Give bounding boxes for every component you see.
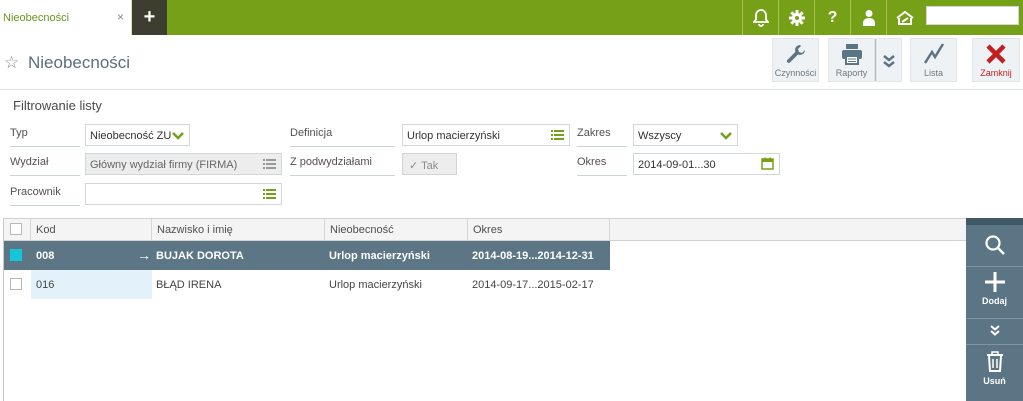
pracownik-field[interactable] [85,183,282,205]
typ-value: Nieobecność ZU [90,130,172,142]
podwydzialy-value: Tak [421,160,439,172]
trash-icon [986,351,1003,372]
column-header-type[interactable]: Nieobecność [325,219,468,241]
absences-table: Kod Nazwisko i imię Nieobecność Okres 00… [3,218,966,401]
row-checkbox[interactable] [10,249,22,261]
wydzial-value: Główny wydział firmy (FIRMA) [90,159,238,171]
zakres-value: Wszyscy [638,130,682,142]
reports-label: Raporty [835,68,868,78]
kod-cell: 008 [31,241,152,270]
plus-icon [984,272,1005,292]
calendar-icon[interactable] [761,157,774,170]
select-all-cell [4,219,31,241]
more-actions-dropdown[interactable] [876,38,902,82]
column-header-name[interactable]: Nazwisko i imię [152,219,325,241]
favorite-star-icon[interactable]: ☆ [4,53,19,73]
header-divider [0,89,1023,90]
zakres-label: Zakres [577,124,627,147]
search-icon [984,235,1005,255]
add-label: Dodaj [981,296,1007,306]
top-icons-group: ? [742,0,922,35]
typ-label: Typ [10,124,80,147]
column-header-period[interactable]: Okres [468,219,610,241]
top-bar: Nieobecności × + ? [0,0,1023,35]
side-panel-strip [966,218,1023,225]
list-picker-icon[interactable] [551,129,564,141]
delete-label: Usuń [983,376,1006,386]
okres-field[interactable]: 2014-09-01...30 [633,153,780,175]
kod-cell: 016 [31,270,152,299]
podwydzialy-toggle[interactable]: ✓ Tak [402,153,457,175]
type-cell: Urlop macierzyński [329,279,422,291]
side-action-panel: Dodaj Usuń [966,218,1023,401]
chevron-down-icon [172,132,184,140]
user-icon[interactable] [850,0,886,35]
more-side-actions-button[interactable] [966,320,1023,342]
table-row[interactable]: 016 BŁĄD IRENA Urlop macierzyński 2014-0… [4,270,610,299]
bell-icon[interactable] [742,0,778,35]
podwydzialy-label: Z podwydziałami [290,153,395,176]
row-checkbox[interactable] [10,278,22,290]
close-icon [986,44,1006,64]
list-picker-icon[interactable] [263,158,276,170]
gear-icon[interactable] [778,0,814,35]
zakres-select[interactable]: Wszyscy [633,124,738,146]
list-button[interactable]: Lista [910,38,957,82]
global-search-input[interactable] [926,6,1019,25]
definicja-value: Urlop macierzyński [407,130,500,142]
add-tab-button[interactable]: + [132,0,167,35]
type-cell: Urlop macierzyński [329,250,430,262]
name-cell: BUJAK DOROTA [156,250,244,262]
panel-divider [966,266,1023,267]
period-cell: 2014-08-19...2014-12-31 [472,250,594,262]
okres-value: 2014-09-01...30 [638,159,716,171]
check-icon: ✓ [409,160,419,172]
column-header-kod[interactable]: Kod [31,219,152,241]
definicja-label: Definicja [290,124,395,147]
tab-nieobecnosci[interactable]: Nieobecności × [0,0,132,35]
table-row[interactable]: 008 → BUJAK DOROTA Urlop macierzyński 20… [4,241,610,270]
list-label: Lista [923,68,943,78]
period-cell: 2014-09-17...2015-02-17 [472,279,594,291]
tab-label: Nieobecności [3,12,70,24]
typ-select[interactable]: Nieobecność ZU [85,124,190,146]
delete-button[interactable]: Usuń [966,348,1023,398]
home-icon[interactable] [886,0,922,35]
wydzial-field[interactable]: Główny wydział firmy (FIRMA) [85,153,282,175]
filter-section-title: Filtrowanie listy [13,98,102,113]
list-picker-icon[interactable] [263,188,276,200]
chart-line-icon [923,43,944,64]
panel-divider [966,344,1023,345]
okres-label: Okres [577,153,627,176]
name-cell: BŁĄD IRENA [156,279,222,291]
pracownik-label: Pracownik [10,183,80,206]
wydzial-label: Wydział [10,153,80,176]
close-button[interactable]: Zamknij [972,38,1020,82]
actions-label: Czynności [774,68,817,78]
select-all-checkbox[interactable] [10,223,22,235]
search-button[interactable] [966,230,1023,266]
actions-button[interactable]: Czynności [772,38,819,82]
help-icon[interactable]: ? [814,0,850,35]
page-title: Nieobecności [28,53,131,72]
arrow-right-icon: → [137,247,151,263]
add-button[interactable]: Dodaj [966,268,1023,316]
double-chevron-down-icon [989,325,1000,336]
tab-close-icon[interactable]: × [117,10,124,24]
printer-icon [841,44,862,65]
double-chevron-down-icon [883,55,895,68]
wrench-icon [786,45,805,63]
close-label: Zamknij [980,68,1012,78]
reports-button[interactable]: Raporty [828,38,875,82]
panel-divider [966,318,1023,319]
chevron-down-icon [720,132,732,140]
table-header: Kod Nazwisko i imię Nieobecność Okres [4,218,966,241]
definicja-field[interactable]: Urlop macierzyński [402,124,570,146]
